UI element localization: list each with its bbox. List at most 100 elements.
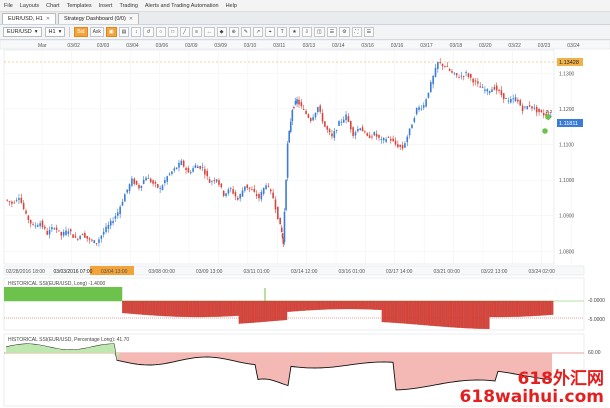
menu-item-trading[interactable]: Trading bbox=[119, 3, 137, 9]
ssi-bar bbox=[445, 300, 448, 327]
ssi-bar bbox=[260, 300, 263, 323]
candle-body bbox=[44, 226, 46, 229]
toolbar-tool-icon[interactable]: □ bbox=[167, 27, 178, 37]
candle-body bbox=[328, 129, 331, 133]
ssi-bar bbox=[311, 300, 314, 311]
toolbar-tool-icon[interactable]: ✎ bbox=[240, 27, 251, 37]
ssi-bar bbox=[381, 300, 384, 323]
candle-body bbox=[335, 130, 338, 131]
toolbar-tool-icon[interactable]: ⊕ bbox=[228, 27, 239, 37]
candle-body bbox=[81, 234, 84, 236]
ssi-bar bbox=[141, 300, 145, 315]
toolbar-tool-icon[interactable]: ╱ bbox=[179, 27, 190, 37]
close-icon[interactable]: ✕ bbox=[129, 16, 133, 22]
ssi-bar bbox=[419, 300, 422, 325]
candle-body bbox=[206, 170, 209, 177]
toolbar-tool-icon[interactable]: ◫ bbox=[313, 27, 325, 37]
trade-marker-icon[interactable] bbox=[542, 128, 548, 134]
ssi-bar bbox=[273, 300, 277, 321]
candle-body bbox=[437, 61, 439, 69]
menu-item-alerts-and-trading-automation[interactable]: Alerts and Trading Automation bbox=[145, 3, 219, 9]
price-axis: 1.1300 1.1200 1.1100 1.1000 1.0900 1.0800 bbox=[559, 71, 575, 255]
tab-eurusd-chart[interactable]: EUR/USD, H1 ✕ bbox=[2, 13, 57, 24]
timeframe-select[interactable]: H1 ▾ bbox=[44, 27, 66, 37]
candle-body bbox=[493, 87, 496, 90]
toolbar-tool-icon[interactable]: ▤ bbox=[118, 27, 130, 37]
ssi-bar bbox=[397, 300, 400, 324]
ssi-bar bbox=[377, 300, 380, 310]
candle-body bbox=[302, 109, 305, 110]
candle-body bbox=[36, 225, 39, 227]
candle-body bbox=[197, 166, 199, 169]
toolbar-tool-icon[interactable]: ★ bbox=[289, 27, 300, 37]
toolbar-tool-icon[interactable]: ◆ bbox=[216, 27, 227, 37]
ssi-bar bbox=[185, 300, 189, 317]
symbol-select[interactable]: EUR/USD ▾ bbox=[3, 27, 42, 37]
price-axis-label: 1.0800 bbox=[559, 249, 575, 255]
candle-body bbox=[164, 180, 166, 184]
trade-marker-icon[interactable] bbox=[545, 114, 551, 120]
candle-body bbox=[500, 90, 503, 96]
menu-item-layouts[interactable]: Layouts bbox=[20, 3, 39, 9]
candle-body bbox=[248, 187, 251, 189]
ssi-bar bbox=[210, 300, 213, 317]
toolbar-tool-icon[interactable]: ⚙ bbox=[339, 27, 350, 37]
ssi-bar bbox=[291, 300, 294, 312]
toolbar-tool-icon[interactable]: ↗ bbox=[252, 27, 264, 37]
candle-body bbox=[142, 179, 145, 184]
chart-area[interactable]: Mar 03/02 03/03 03/04 03/06 03/09 03/09 03/10 03… bbox=[0, 40, 610, 408]
candle-body bbox=[119, 206, 121, 215]
candle-body bbox=[406, 136, 409, 143]
toolbar-tool-icon[interactable]: ☰ bbox=[326, 27, 338, 37]
candle-body bbox=[95, 243, 98, 244]
price-high-label: 1.13428 bbox=[559, 60, 579, 66]
toolbar-tool-icon[interactable]: ⇩ bbox=[301, 27, 312, 37]
toolbar-tool-icon[interactable]: T bbox=[277, 27, 288, 37]
ssi-bar bbox=[137, 300, 140, 315]
candle-body bbox=[507, 100, 510, 102]
ssi-bar bbox=[326, 300, 329, 310]
ssi-bar bbox=[258, 300, 261, 323]
ssi-bar bbox=[482, 300, 486, 329]
toolbar-divider bbox=[69, 27, 71, 37]
menu-item-templates[interactable]: Templates bbox=[67, 3, 92, 9]
close-icon[interactable]: ✕ bbox=[46, 16, 50, 22]
candle-body bbox=[93, 240, 96, 244]
ssi-bar bbox=[331, 300, 334, 310]
menu-item-help[interactable]: Help bbox=[226, 3, 237, 9]
ssi-bar bbox=[390, 300, 393, 323]
candle-body bbox=[72, 234, 74, 238]
candle-body bbox=[420, 108, 423, 110]
price-mode-ask-button[interactable]: Ask bbox=[89, 27, 104, 37]
toolbar-tool-icon[interactable]: ↕ bbox=[131, 27, 142, 37]
toolbar-tool-icon[interactable]: ○ bbox=[155, 27, 166, 37]
menu-item-chart[interactable]: Chart bbox=[46, 3, 59, 9]
toolbar-tool-icon[interactable]: ↺ bbox=[143, 27, 154, 37]
candle-body bbox=[280, 227, 283, 233]
candle-body bbox=[298, 99, 300, 105]
ssi-bar bbox=[126, 300, 129, 314]
tab-strategy-dashboard[interactable]: Strategy Dashboard (0/0) ✕ bbox=[58, 13, 140, 24]
toolbar-tool-icon[interactable]: ⌖ bbox=[265, 27, 276, 37]
top-date-label: 03/24 bbox=[567, 43, 580, 49]
ssi-bar bbox=[177, 300, 180, 317]
ssi-bar bbox=[320, 300, 323, 310]
candle-body bbox=[140, 185, 143, 188]
toolbar-tool-icon[interactable]: ⛶ bbox=[351, 27, 362, 37]
toolbar-tool-icon[interactable]: ▣ bbox=[105, 27, 117, 37]
toolbar-tool-icon[interactable]: ↔ bbox=[203, 27, 215, 37]
ssi-bar bbox=[254, 300, 257, 323]
candle-body bbox=[175, 167, 178, 169]
price-mode-bid-button[interactable]: Bid bbox=[74, 27, 88, 37]
tab-label: Strategy Dashboard (0/0) bbox=[64, 16, 126, 22]
candle-body bbox=[279, 217, 281, 225]
menu-item-insert[interactable]: Insert bbox=[99, 3, 113, 9]
ssi-bar bbox=[139, 300, 142, 315]
toolbar-tool-icon[interactable]: ≡ bbox=[191, 27, 202, 37]
candle-body bbox=[448, 68, 451, 71]
menu-item-file[interactable]: File bbox=[4, 3, 13, 9]
ssi-bar bbox=[423, 300, 426, 326]
candle-body bbox=[69, 229, 72, 232]
toolbar-tool-icon[interactable]: ☰ bbox=[363, 27, 375, 37]
candle-body bbox=[265, 185, 267, 189]
